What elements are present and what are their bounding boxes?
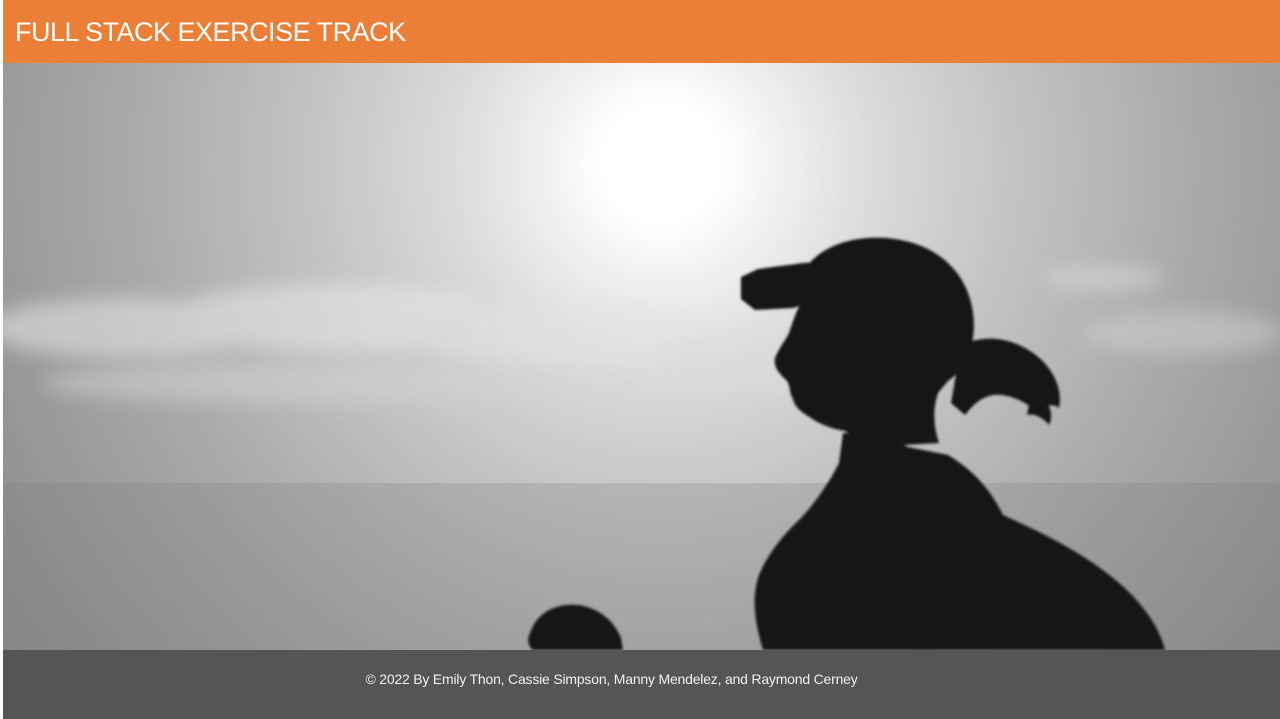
site-header: FULL STACK EXERCISE TRACK: [3, 0, 1280, 63]
hero-image: [3, 63, 1280, 650]
cloud-band: [3, 266, 1280, 403]
runner-silhouette-image: [3, 237, 1280, 650]
copyright-text: © 2022 By Emily Thon, Cassie Simpson, Ma…: [365, 671, 858, 687]
page: FULL STACK EXERCISE TRACK © 2022 By Emil…: [3, 0, 1280, 719]
site-footer: © 2022 By Emily Thon, Cassie Simpson, Ma…: [3, 650, 1280, 719]
site-title: FULL STACK EXERCISE TRACK: [15, 17, 406, 47]
